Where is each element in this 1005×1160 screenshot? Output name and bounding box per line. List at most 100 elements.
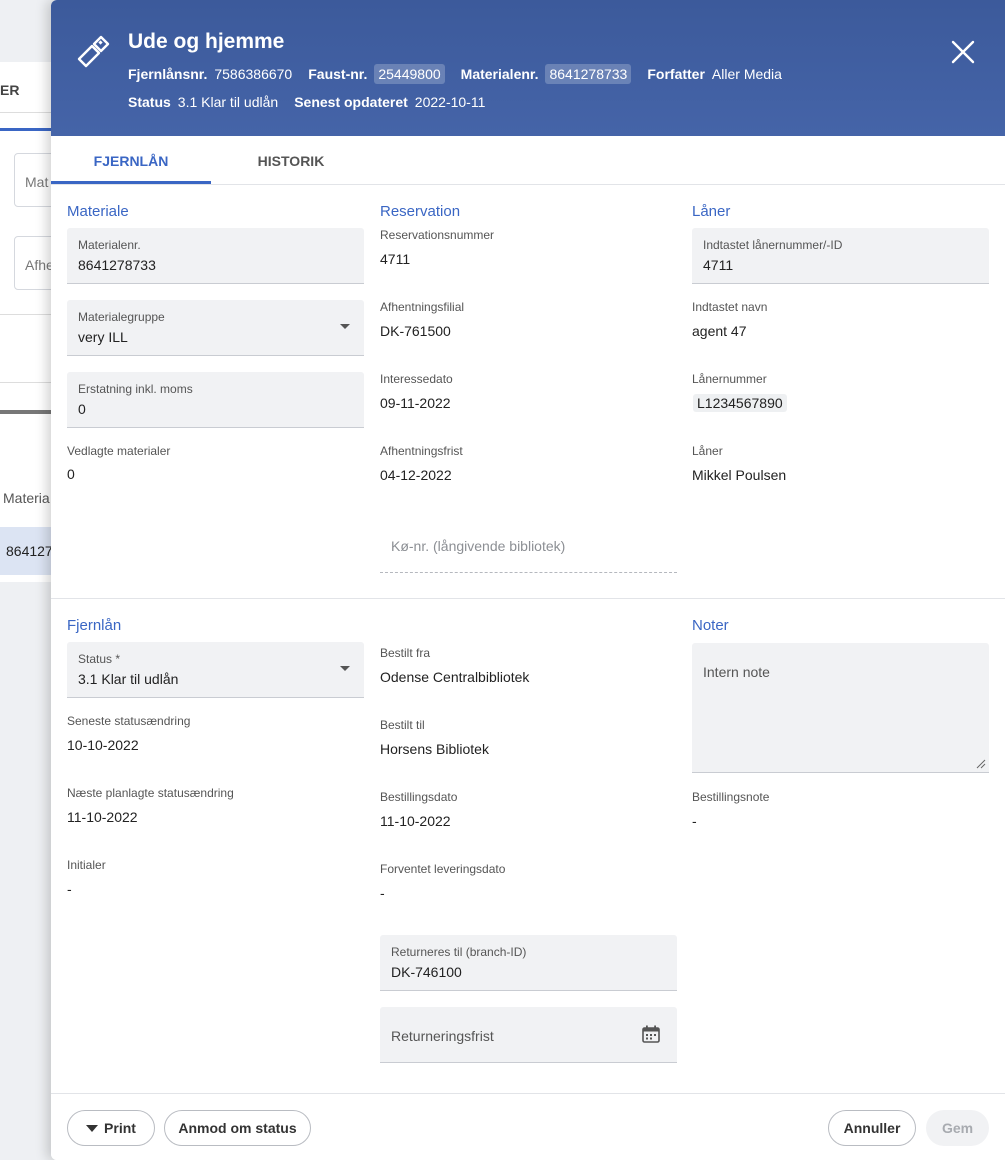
material-group-select[interactable]: Materialegruppe very ILL xyxy=(67,300,364,356)
request-status-button[interactable]: Anmod om status xyxy=(164,1110,311,1146)
reservation-heading: Reservation xyxy=(380,203,461,220)
field-placeholder: Returneringsfrist xyxy=(391,1028,494,1044)
tab-bar: FJERNLÅN HISTORIK xyxy=(51,136,1005,185)
borrower-value: Mikkel Poulsen xyxy=(692,467,787,483)
background-column-header: Materia xyxy=(3,490,50,506)
order-date-value: 11-10-2022 xyxy=(380,813,451,829)
internal-note-textarea[interactable]: Intern note xyxy=(692,643,989,773)
cancel-button[interactable]: Annuller xyxy=(828,1110,916,1146)
order-note-label: Bestillingsnote xyxy=(692,790,770,804)
print-button[interactable]: Print xyxy=(67,1110,155,1146)
pickup-deadline-label: Afhentningsfrist xyxy=(380,444,463,458)
pickup-deadline-value: 04-12-2022 xyxy=(380,467,452,483)
pickup-branch-label: Afhentningsfilial xyxy=(380,300,465,314)
attached-materials-value: 0 xyxy=(67,466,75,482)
expected-delivery-value: - xyxy=(380,885,385,901)
close-icon[interactable] xyxy=(949,38,977,66)
usb-stick-icon xyxy=(77,35,110,68)
material-number-value: 8641278733 xyxy=(545,64,632,84)
background-row-cell: 864127 xyxy=(6,543,53,559)
calendar-icon[interactable] xyxy=(641,1024,661,1044)
field-value: 0 xyxy=(78,401,86,417)
header-meta-row-1: Fjernlånsnr. 7586386670 Faust-nr. 254498… xyxy=(128,64,798,84)
initials-value: - xyxy=(67,881,72,897)
background-tab[interactable]: ER xyxy=(0,82,19,98)
material-number-label: Materialenr. xyxy=(460,66,539,82)
cancel-button-label: Annuller xyxy=(843,1120,901,1136)
last-status-change-value: 10-10-2022 xyxy=(67,737,139,753)
drawer-title: Ude og hjemme xyxy=(128,30,285,53)
field-label: Erstatning inkl. moms xyxy=(78,382,193,396)
material-number-field[interactable]: Materialenr. 8641278733 xyxy=(67,228,364,284)
field-label: Indtastet lånernummer/-ID xyxy=(703,238,843,252)
ordered-to-label: Bestilt til xyxy=(380,718,425,732)
field-label: Status * xyxy=(78,652,121,666)
order-note-value: - xyxy=(692,813,697,829)
fjernlan-number-value: 7586386670 xyxy=(214,66,293,82)
borrower-number-value: L1234567890 xyxy=(693,394,787,412)
request-status-label: Anmod om status xyxy=(178,1120,297,1136)
ordered-from-label: Bestilt fra xyxy=(380,646,431,660)
updated-value: 2022-10-11 xyxy=(414,94,486,110)
status-select[interactable]: Status * 3.1 Klar til udlån xyxy=(67,642,364,698)
reservation-number-value: 4711 xyxy=(380,251,411,267)
queue-number-field[interactable]: Kø-nr. (långivende bibliotek) xyxy=(380,528,677,573)
author-label: Forfatter xyxy=(647,66,705,82)
caret-down-icon xyxy=(86,1124,99,1132)
updated-label: Senest opdateret xyxy=(294,94,408,110)
initials-label: Initialer xyxy=(67,858,106,872)
replacement-cost-field[interactable]: Erstatning inkl. moms 0 xyxy=(67,372,364,428)
loan-detail-drawer: Ude og hjemme Fjernlånsnr. 7586386670 Fa… xyxy=(51,0,1005,1160)
borrower-number-label: Lånernummer xyxy=(692,372,767,386)
reservation-number-label: Reservationsnummer xyxy=(380,228,495,242)
next-status-change-label: Næste planlagte statusændring xyxy=(67,786,234,800)
borrower-label: Låner xyxy=(692,444,723,458)
author-value: Aller Media xyxy=(711,66,782,82)
attached-materials-label: Vedlagte materialer xyxy=(67,444,171,458)
field-value: 3.1 Klar til udlån xyxy=(78,671,179,687)
entered-name-value: agent 47 xyxy=(692,323,747,339)
return-deadline-field[interactable]: Returneringsfrist xyxy=(380,1007,677,1063)
expected-delivery-label: Forventet leveringsdato xyxy=(380,862,506,876)
dropdown-arrow-icon xyxy=(340,666,350,671)
resize-handle-icon[interactable] xyxy=(976,759,986,769)
save-button[interactable]: Gem xyxy=(926,1110,989,1146)
order-date-label: Bestillingsdato xyxy=(380,790,458,804)
field-value: very ILL xyxy=(78,329,128,345)
ordered-to-value: Horsens Bibliotek xyxy=(380,741,489,757)
ordered-from-value: Odense Centralbibliotek xyxy=(380,669,530,685)
field-label: Materialenr. xyxy=(78,238,141,252)
pickup-branch-value: DK-761500 xyxy=(380,323,451,339)
field-placeholder: Kø-nr. (långivende bibliotek) xyxy=(391,538,566,554)
entered-name-label: Indtastet navn xyxy=(692,300,768,314)
background-field-label: Mat xyxy=(25,174,49,190)
materiale-heading: Materiale xyxy=(67,203,129,220)
faust-number-value: 25449800 xyxy=(374,64,445,84)
dropdown-arrow-icon xyxy=(340,324,350,329)
fjernlan-heading: Fjernlån xyxy=(67,617,122,634)
return-branch-field[interactable]: Returneres til (branch-ID) DK-746100 xyxy=(380,935,677,991)
background-field-label: Afhe xyxy=(25,257,54,273)
noter-heading: Noter xyxy=(692,617,729,634)
laner-heading: Låner xyxy=(692,203,731,220)
field-label: Returneres til (branch-ID) xyxy=(391,945,527,959)
field-value: 8641278733 xyxy=(78,257,156,273)
faust-number-label: Faust-nr. xyxy=(308,66,368,82)
interest-date-label: Interessedato xyxy=(380,372,453,386)
tab-historik[interactable]: HISTORIK xyxy=(211,136,371,184)
field-placeholder: Intern note xyxy=(703,664,770,680)
drawer-header: Ude og hjemme Fjernlånsnr. 7586386670 Fa… xyxy=(51,0,1005,136)
fjernlan-number-label: Fjernlånsnr. xyxy=(128,66,208,82)
interest-date-value: 09-11-2022 xyxy=(380,395,451,411)
status-value: 3.1 Klar til udlån xyxy=(177,94,279,110)
last-status-change-label: Seneste statusændring xyxy=(67,714,191,728)
field-value: 4711 xyxy=(703,257,734,273)
section-divider xyxy=(51,598,1005,599)
print-button-label: Print xyxy=(104,1120,136,1136)
field-label: Materialegruppe xyxy=(78,310,165,324)
status-label: Status xyxy=(128,94,171,110)
drawer-footer: Print Anmod om status Annuller Gem xyxy=(51,1093,1005,1160)
entered-borrower-id-field[interactable]: Indtastet lånernummer/-ID 4711 xyxy=(692,228,989,284)
tab-fjernlan[interactable]: FJERNLÅN xyxy=(51,136,211,184)
field-value: DK-746100 xyxy=(391,964,462,980)
